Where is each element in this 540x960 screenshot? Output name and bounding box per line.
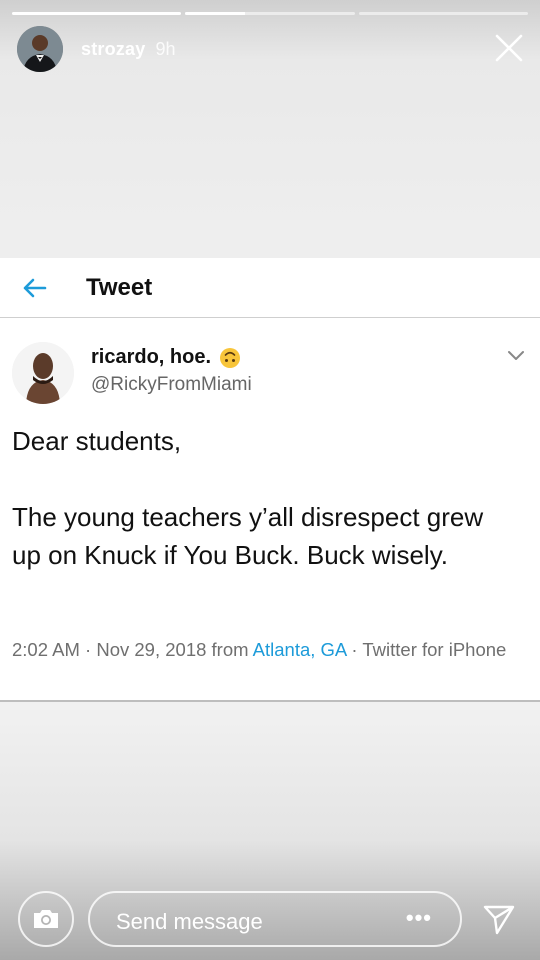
close-icon[interactable] bbox=[494, 33, 524, 63]
tweet-title: Tweet bbox=[86, 274, 153, 301]
meta-from: from bbox=[206, 639, 253, 660]
tweet-header: Tweet bbox=[0, 258, 540, 318]
camera-icon bbox=[34, 910, 58, 928]
progress-segment bbox=[358, 12, 528, 15]
upside-down-face-emoji-icon bbox=[219, 347, 241, 369]
tweet-card: ricardo, hoe. @RickyFromMiami Dear stude… bbox=[0, 318, 540, 702]
story-avatar[interactable] bbox=[17, 26, 63, 72]
story-progress bbox=[12, 12, 528, 15]
progress-fill bbox=[12, 12, 182, 15]
tweet-display-name[interactable]: ricardo, hoe. bbox=[91, 346, 241, 369]
tweet-handle[interactable]: @RickyFromMiami bbox=[91, 374, 252, 396]
story-header: strozay 9h bbox=[17, 24, 524, 74]
tweet-text: Dear students, The young teachers y’all … bbox=[12, 426, 484, 570]
progress-segment bbox=[12, 12, 182, 15]
meta-separator: · bbox=[79, 639, 97, 660]
story-footer: Send message ••• bbox=[0, 890, 540, 950]
progress-fill bbox=[185, 12, 245, 15]
chevron-down-icon[interactable] bbox=[506, 348, 526, 362]
story-username[interactable]: strozay bbox=[81, 39, 145, 60]
progress-segment bbox=[185, 12, 355, 15]
back-arrow-icon[interactable] bbox=[22, 276, 48, 300]
tweet-avatar[interactable] bbox=[12, 342, 74, 404]
story-timestamp: 9h bbox=[155, 38, 176, 59]
tweet-location-link[interactable]: Atlanta, GA bbox=[253, 639, 347, 660]
tweet-meta: 2:02 AM · Nov 29, 2018 from Atlanta, GA … bbox=[12, 636, 512, 663]
camera-button[interactable] bbox=[18, 891, 74, 947]
tweet-client: Twitter for iPhone bbox=[362, 639, 507, 660]
send-message-input[interactable]: Send message ••• bbox=[88, 891, 462, 947]
display-name-text[interactable]: ricardo, hoe. bbox=[91, 346, 211, 369]
more-options-icon[interactable]: ••• bbox=[406, 905, 432, 931]
tweet-time: 2:02 AM bbox=[12, 639, 80, 660]
meta-separator: · bbox=[346, 639, 363, 660]
tweet-date: Nov 29, 2018 bbox=[96, 639, 207, 660]
send-message-placeholder: Send message bbox=[116, 909, 263, 934]
send-icon[interactable] bbox=[482, 902, 516, 936]
